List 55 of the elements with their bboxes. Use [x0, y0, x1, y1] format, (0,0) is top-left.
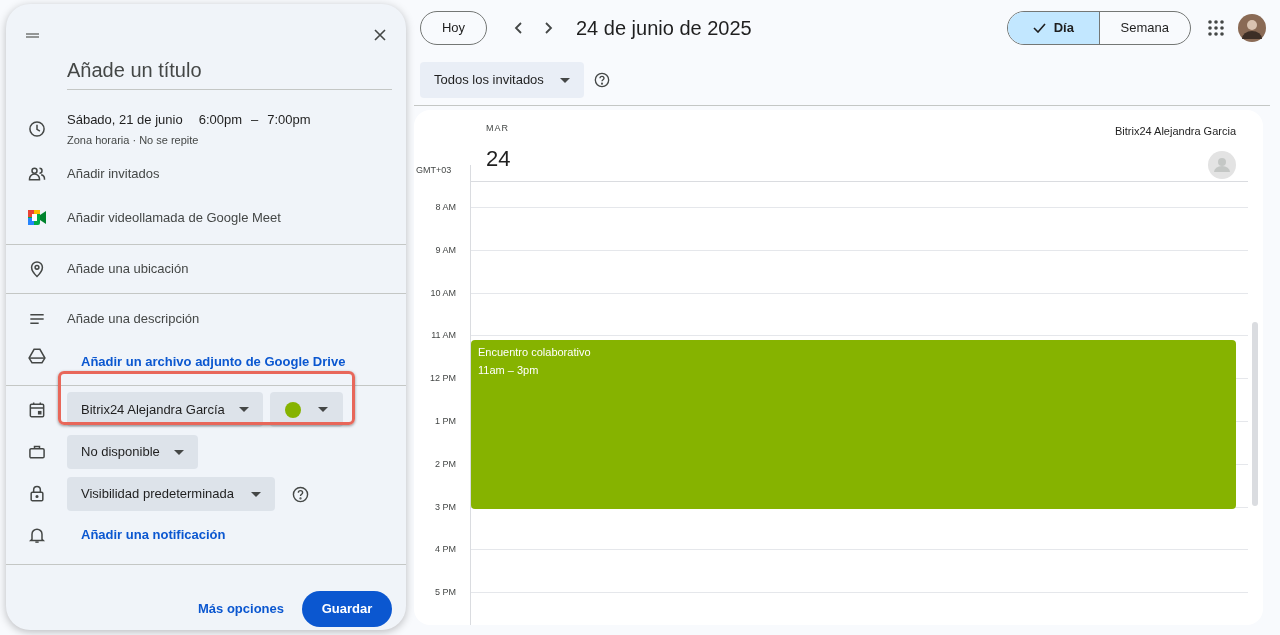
- day-number[interactable]: 24: [486, 141, 511, 175]
- hour-label: 9 AM: [435, 243, 456, 257]
- title-field[interactable]: Añade un título: [67, 55, 392, 90]
- visibility-dropdown[interactable]: Visibilidad predeterminada: [67, 477, 275, 511]
- save-button[interactable]: Guardar: [302, 591, 392, 627]
- add-description-text[interactable]: Añade una descripción: [67, 308, 200, 329]
- check-icon: [1032, 23, 1046, 33]
- add-meet-text[interactable]: Añadir videollamada de Google Meet: [67, 208, 281, 228]
- view-tab[interactable]: Semana: [1098, 12, 1190, 44]
- scrollbar[interactable]: [1252, 322, 1258, 506]
- previous-icon[interactable]: [514, 21, 524, 35]
- clock-icon: [26, 119, 47, 139]
- date-heading: 24 de junio de 2025: [576, 16, 752, 41]
- drag-handle-icon[interactable]: [26, 32, 39, 38]
- hour-label: 8 AM: [435, 201, 456, 214]
- caret-icon: [239, 407, 249, 412]
- hour-label: 3 PM: [435, 500, 456, 514]
- event-title: Encuentro colaborativo: [478, 345, 592, 360]
- hour-label: 10 AM: [430, 286, 456, 300]
- help-icon[interactable]: [594, 72, 610, 88]
- video-camera-icon: [27, 210, 46, 226]
- hour-label: 11 AM: [431, 329, 456, 343]
- hour-label: 12 PM: [430, 372, 456, 386]
- caret-icon: [318, 407, 328, 412]
- end-time[interactable]: 7:00pm: [267, 110, 311, 130]
- caret-icon: [250, 491, 261, 497]
- view-tab[interactable]: Día: [1008, 12, 1099, 44]
- event-time: 11am – 3pm: [478, 362, 540, 378]
- people-icon: [26, 164, 47, 184]
- apps-grid-icon[interactable]: [1208, 20, 1224, 36]
- time-separator: –: [251, 111, 259, 129]
- account-avatar[interactable]: [1238, 14, 1266, 42]
- caret-icon: [173, 449, 184, 455]
- help-icon[interactable]: [291, 485, 309, 503]
- hour-label: 5 PM: [435, 586, 456, 600]
- availability-dropdown[interactable]: No disponible: [67, 435, 198, 469]
- more-options-link[interactable]: Más opciones: [198, 599, 284, 619]
- close-icon[interactable]: [374, 29, 386, 41]
- next-icon[interactable]: [543, 21, 553, 35]
- add-guests-text[interactable]: Añadir invitados: [67, 164, 160, 184]
- caret-icon: [560, 77, 570, 83]
- date-text[interactable]: Sábado, 21 de junio: [67, 110, 183, 130]
- weekday-label: MAR: [486, 122, 510, 135]
- person-avatar-icon: [1208, 150, 1236, 179]
- recurrence-text[interactable]: Zona horaria · No se repite: [67, 131, 311, 148]
- add-location-text[interactable]: Añade una ubicación: [67, 258, 189, 279]
- timezone-label: GMT+03: [416, 163, 453, 177]
- hour-label: 2 PM: [435, 457, 456, 471]
- person-name: Bitrix24 Alejandra Garcia: [1114, 124, 1236, 139]
- start-time[interactable]: 6:00pm: [198, 110, 243, 130]
- drive-attachment-link[interactable]: Añadir un archivo adjunto de Google Drive: [81, 351, 346, 371]
- guests-filter-dropdown[interactable]: Todos los invitados: [420, 62, 584, 98]
- hour-label: 1 PM: [435, 415, 456, 428]
- hour-label: 4 PM: [435, 543, 456, 557]
- add-notification-link[interactable]: Añadir una notificación: [81, 525, 226, 545]
